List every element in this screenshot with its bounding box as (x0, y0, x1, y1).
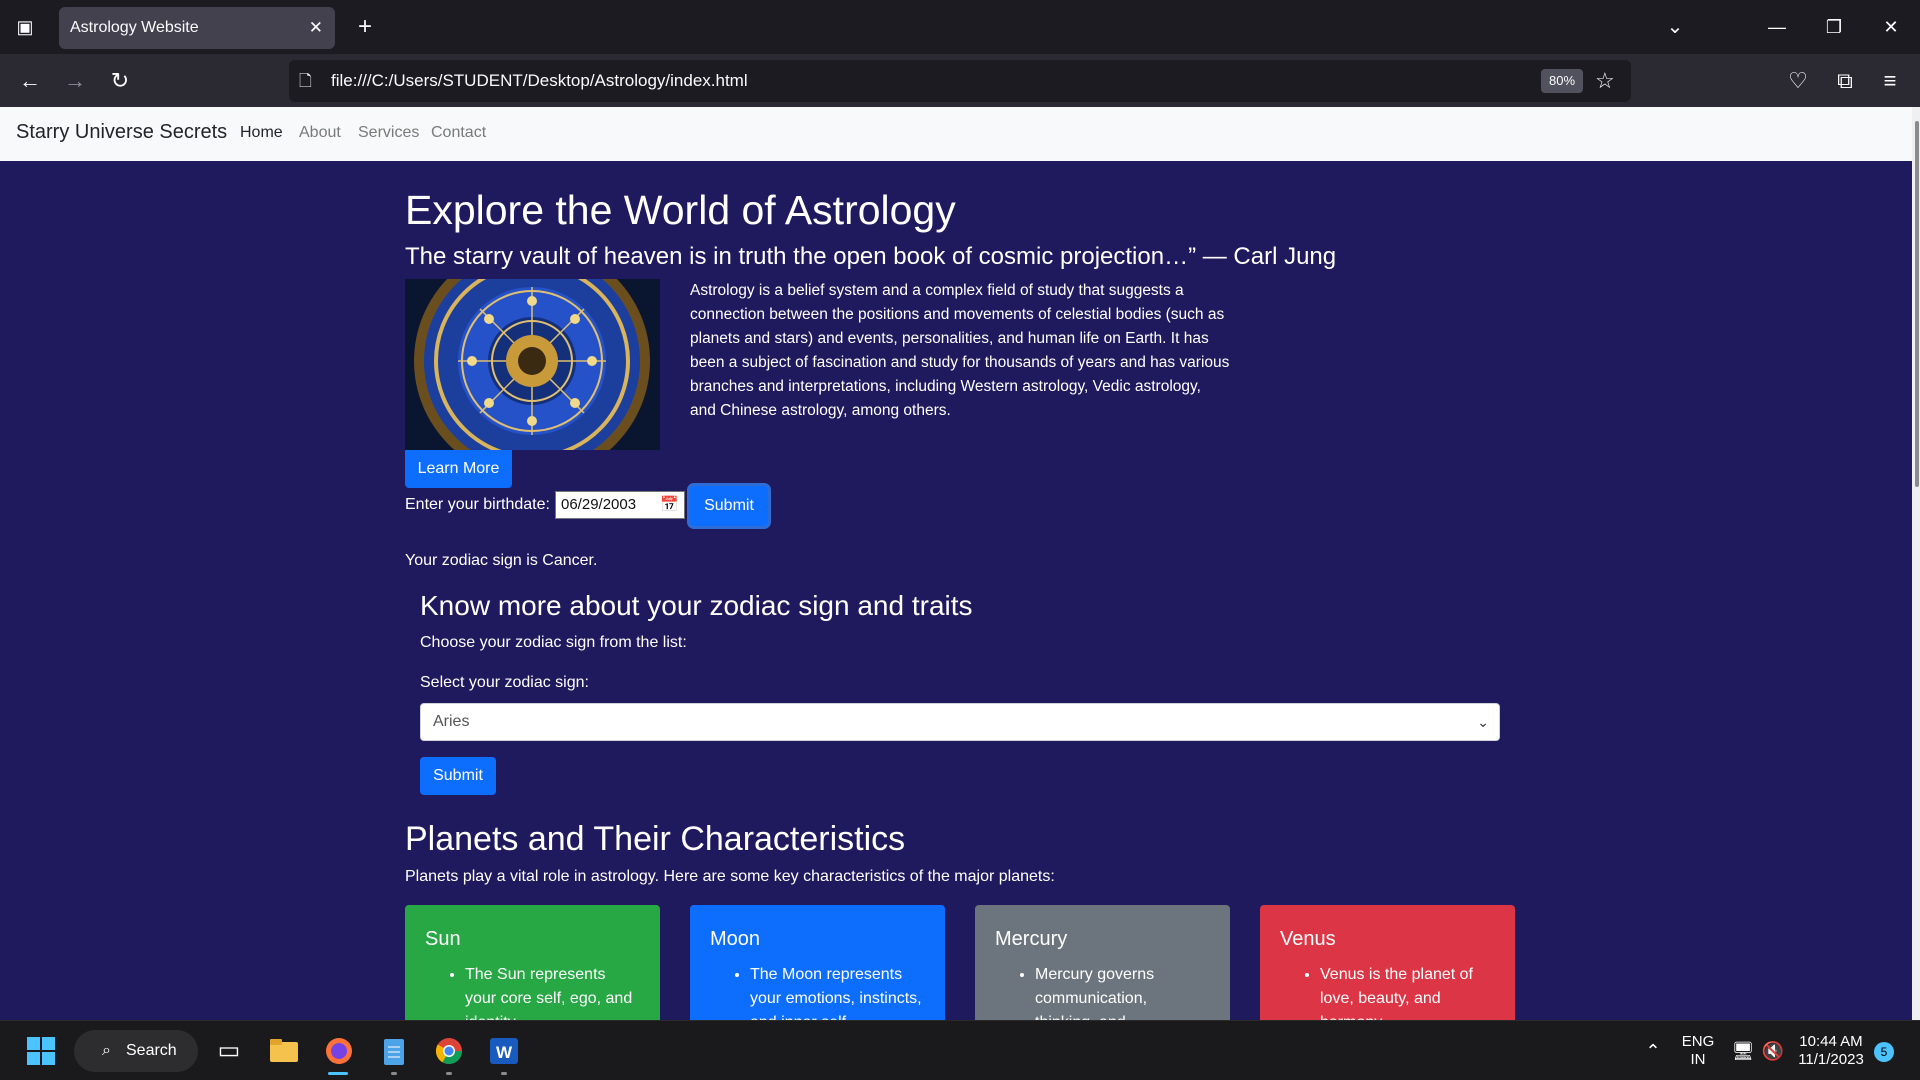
birthdate-input[interactable]: 06/29/2003 📅 (555, 491, 685, 519)
region-code: IN (1690, 1051, 1706, 1068)
clock[interactable]: 10:44 AM 11/1/2023 (1796, 1033, 1866, 1069)
menu-icon[interactable]: ≡ (1873, 64, 1907, 98)
chevron-down-icon[interactable]: ⌄ (1660, 12, 1690, 42)
firefox-active-indicator (328, 1072, 348, 1075)
planet-card-title: Sun (425, 928, 461, 950)
word-icon[interactable]: W (485, 1032, 523, 1070)
search-icon: ⌕ (102, 1042, 111, 1059)
notepad-running-indicator (391, 1072, 397, 1075)
nav-services[interactable]: Services (358, 124, 419, 142)
planet-card-venus: Venus Venus is the planet of love, beaut… (1260, 905, 1515, 1020)
planet-card-text: The Sun represents your core self, ego, … (465, 963, 640, 1020)
task-view-icon[interactable]: ▭ (210, 1032, 248, 1070)
browser-toolbar: ← → ↻ 🗋 file:///C:/Users/STUDENT/Desktop… (0, 54, 1920, 107)
clock-time: 10:44 AM (1799, 1033, 1863, 1050)
pocket-icon[interactable]: ♡ (1781, 64, 1815, 98)
chrome-icon[interactable] (430, 1032, 468, 1070)
zodiac-section-heading: Know more about your zodiac sign and tra… (420, 590, 973, 621)
planet-card-text: Venus is the planet of love, beauty, and… (1320, 963, 1495, 1020)
birthdate-label: Enter your birthdate: (405, 496, 550, 513)
clock-date: 11/1/2023 (1798, 1051, 1864, 1068)
url-bar[interactable]: 🗋 file:///C:/Users/STUDENT/Desktop/Astro… (289, 60, 1631, 102)
zodiac-select[interactable]: Aries ⌄ (420, 703, 1500, 741)
planet-card-title: Moon (710, 928, 761, 950)
url-text[interactable]: file:///C:/Users/STUDENT/Desktop/Astrolo… (331, 60, 748, 102)
zoom-level[interactable]: 80% (1541, 69, 1583, 93)
planet-card-title: Mercury (995, 928, 1068, 950)
page-scrollbar[interactable] (1912, 107, 1920, 1020)
chevron-up-icon[interactable]: ⌃ (1634, 1032, 1672, 1070)
planet-card-sun: Sun The Sun represents your core self, e… (405, 905, 660, 1020)
learn-more-button[interactable]: Learn More (405, 450, 512, 488)
reload-icon[interactable]: ↻ (103, 64, 137, 98)
firefox-icon[interactable] (320, 1032, 358, 1070)
language-indicator[interactable]: ENG IN (1680, 1033, 1716, 1069)
chrome-running-indicator (446, 1072, 452, 1075)
birthdate-value: 06/29/2003 (561, 496, 637, 513)
bookmark-star-icon[interactable]: ☆ (1595, 66, 1615, 96)
hero-title: Explore the World of Astrology (405, 187, 956, 233)
nav-home[interactable]: Home (240, 124, 283, 142)
planets-heading: Planets and Their Characteristics (405, 820, 906, 858)
nav-about[interactable]: About (299, 124, 341, 142)
forward-icon[interactable]: → (58, 64, 92, 98)
back-icon[interactable]: ← (13, 64, 47, 98)
hero-quote: The starry vault of heaven is in truth t… (405, 243, 1337, 270)
zodiac-select-label: Select your zodiac sign: (420, 674, 589, 691)
window-close-icon[interactable]: ✕ (1871, 10, 1911, 44)
hero-paragraph: Astrology is a belief system and a compl… (690, 282, 1230, 419)
page-viewport: Starry Universe Secrets Home About Servi… (0, 107, 1920, 1020)
planet-card-text: Mercury governs communication, thinking,… (1035, 963, 1210, 1020)
tab-close-icon[interactable]: ✕ (309, 7, 323, 49)
browser-tab-strip: ▣ Astrology Website ✕ + ⌄ — ❐ ✕ (0, 0, 1920, 54)
zodiac-instruction: Choose your zodiac sign from the list: (420, 634, 687, 651)
taskbar-search-label: Search (126, 1042, 177, 1059)
site-brand[interactable]: Starry Universe Secrets (16, 121, 227, 144)
nav-contact[interactable]: Contact (431, 124, 486, 142)
word-running-indicator (501, 1072, 507, 1075)
chevron-down-icon: ⌄ (1477, 714, 1489, 730)
extensions-icon[interactable]: ⧉ (1828, 64, 1862, 98)
tab-list-icon[interactable]: ▣ (10, 12, 40, 42)
notepad-icon[interactable] (375, 1032, 413, 1070)
calendar-icon[interactable]: 📅 (660, 492, 679, 518)
taskbar-search[interactable]: ⌕ Search (74, 1030, 198, 1072)
language-code: ENG (1681, 1033, 1715, 1050)
scrollbar-thumb[interactable] (1915, 121, 1919, 487)
tab-title: Astrology Website (70, 19, 199, 36)
minimize-icon[interactable]: — (1757, 10, 1797, 44)
planet-card-text: The Moon represents your emotions, insti… (750, 963, 925, 1020)
zodiac-submit-button[interactable]: Submit (420, 757, 496, 795)
restore-icon[interactable]: ❐ (1814, 10, 1854, 44)
planet-card-moon: Moon The Moon represents your emotions, … (690, 905, 945, 1020)
taskbar: ⌕ Search ▭ W ⌃ ENG IN 🖥 🔇 10:44 AM 11/1/… (0, 1020, 1920, 1080)
browser-tab[interactable]: Astrology Website ✕ (59, 7, 335, 49)
file-explorer-icon[interactable] (265, 1032, 303, 1070)
windows-start-icon[interactable] (22, 1032, 60, 1070)
zodiac-selected-value: Aries (433, 713, 470, 730)
site-navbar: Starry Universe Secrets Home About Servi… (0, 107, 1912, 161)
zodiac-wheel-image (405, 279, 660, 450)
page-icon: 🗋 (299, 73, 312, 90)
svg-text:W: W (496, 1043, 513, 1062)
planets-intro: Planets play a vital role in astrology. … (405, 868, 1055, 885)
planet-card-title: Venus (1280, 928, 1336, 950)
new-tab-icon[interactable]: + (350, 12, 380, 42)
notification-badge[interactable]: 5 (1874, 1042, 1894, 1062)
planet-card-mercury: Mercury Mercury governs communication, t… (975, 905, 1230, 1020)
birthdate-submit-button[interactable]: Submit (690, 486, 768, 526)
zodiac-result-text: Your zodiac sign is Cancer. (405, 552, 598, 569)
volume-muted-icon[interactable]: 🔇 (1754, 1032, 1792, 1070)
